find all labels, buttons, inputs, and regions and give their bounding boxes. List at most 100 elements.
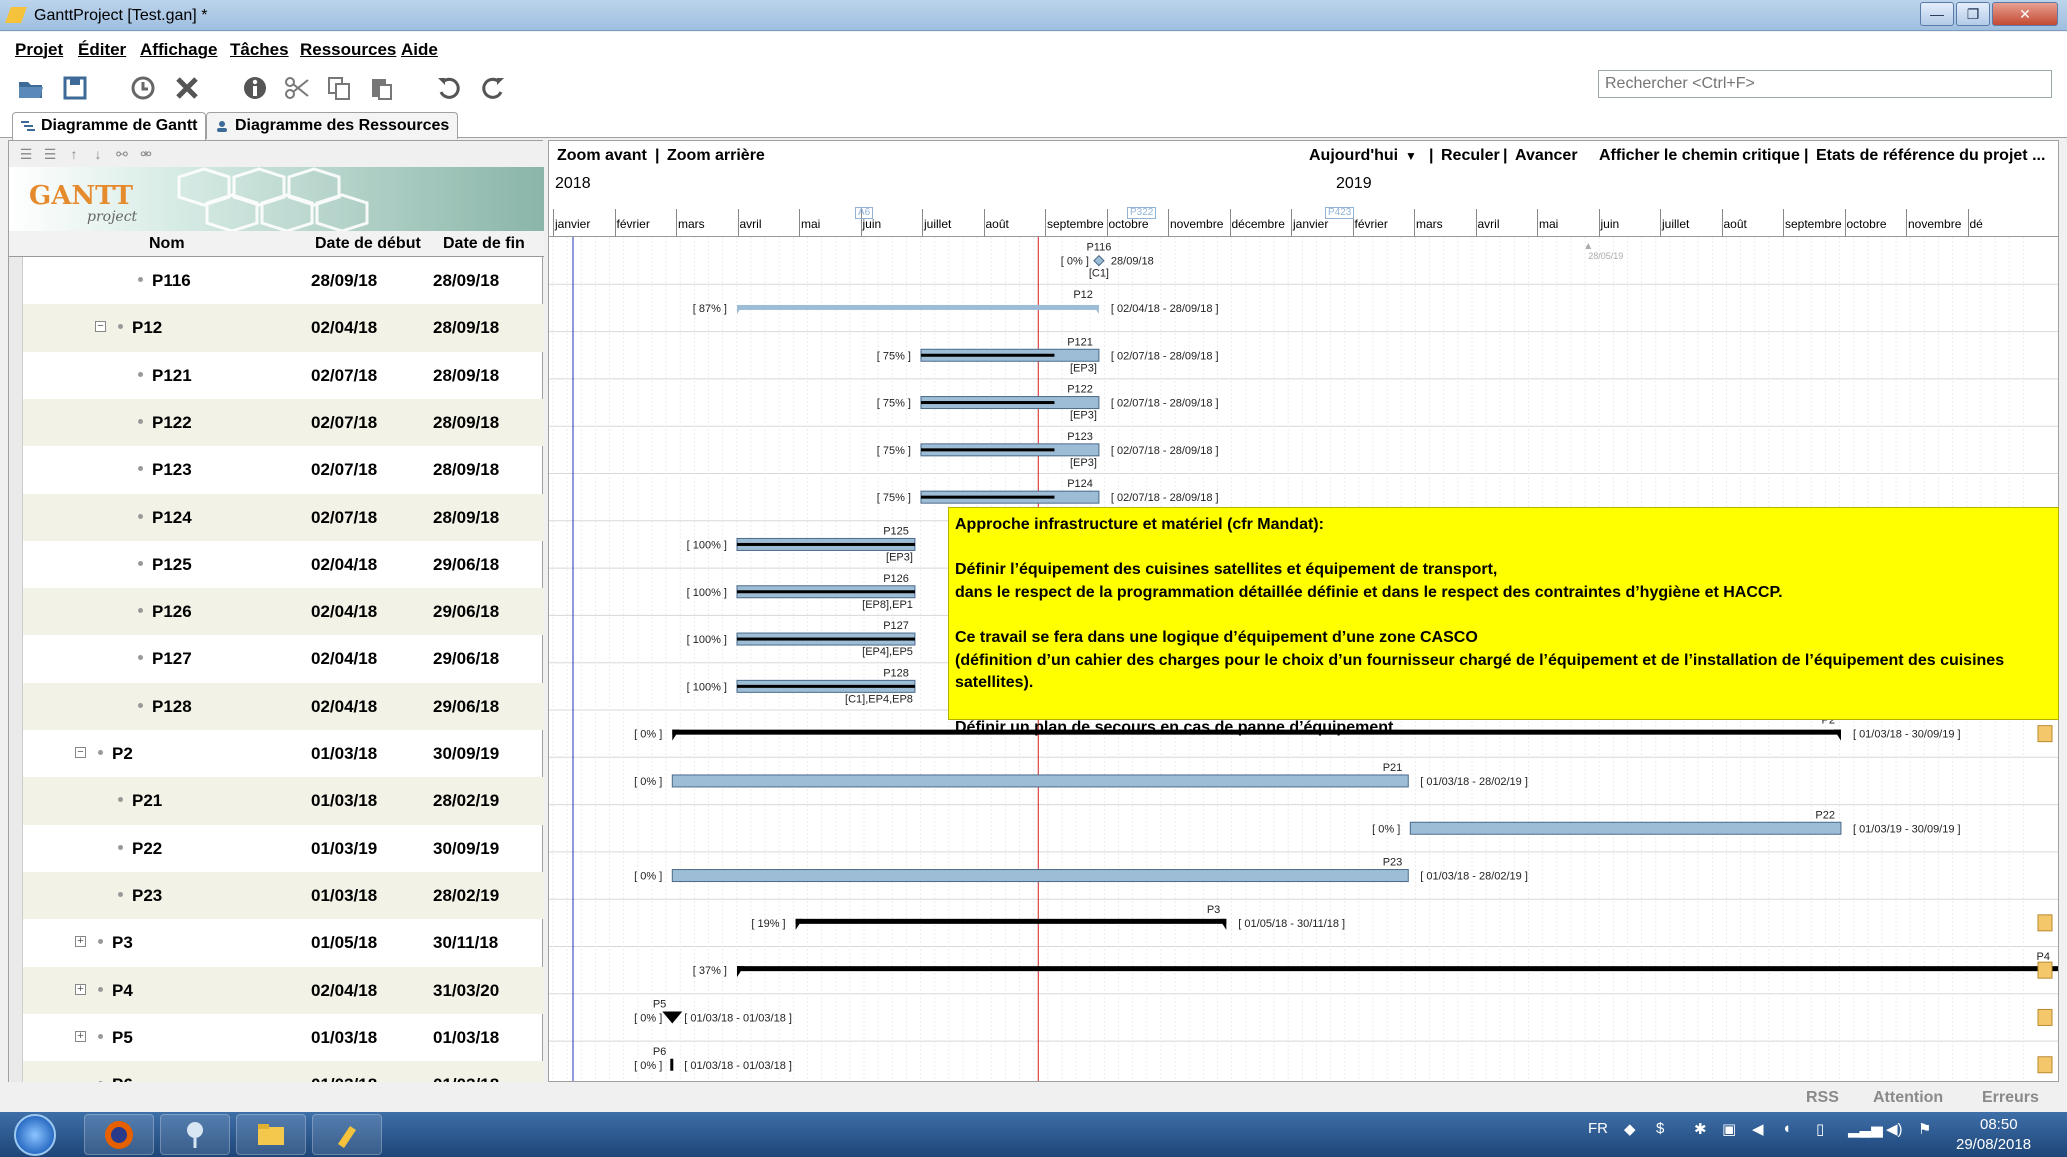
start-button[interactable] [14, 1114, 56, 1156]
column-start-header[interactable]: Date de début [315, 235, 421, 253]
task-row[interactable]: P126 02/04/18 29/06/18 [9, 588, 544, 636]
expand-icon[interactable]: + [75, 936, 86, 948]
close-button[interactable]: ✕ [1992, 2, 2058, 26]
task-row[interactable]: + P5 01/03/18 01/03/18 [9, 1014, 544, 1061]
open-folder-icon[interactable] [14, 71, 48, 105]
signal-icon[interactable]: ▂▃▅ [1848, 1120, 1883, 1138]
speaker-muted-icon[interactable]: ◀ [1752, 1120, 1764, 1138]
task-row[interactable]: P123 02/07/18 28/09/18 [9, 446, 544, 493]
tray-app-icon[interactable]: ◆ [1624, 1120, 1636, 1138]
notes-icon[interactable] [2037, 1008, 2053, 1026]
zoom-out-link[interactable]: Zoom arrière [667, 147, 765, 165]
paste-icon[interactable] [364, 71, 398, 105]
cut-icon[interactable] [280, 71, 314, 105]
task-row[interactable]: P601/03/1801/03/18 [9, 1061, 544, 1083]
network-app-taskbar-icon[interactable] [160, 1114, 230, 1155]
today-dropdown[interactable]: Aujourd'hui [1309, 147, 1398, 165]
task-row[interactable]: − P12 02/04/18 28/09/18 [9, 304, 544, 352]
task-row[interactable]: P128 02/04/18 29/06/18 [9, 682, 544, 730]
task-progress [736, 542, 915, 546]
file-explorer-taskbar-icon[interactable] [236, 1114, 306, 1155]
unindent-icon[interactable]: ☰ [17, 145, 35, 163]
sound-settings-icon[interactable]: ◖ [1782, 1120, 1791, 1137]
unlink-icon[interactable]: ⚮ [137, 145, 155, 163]
minimize-button[interactable]: — [1920, 2, 1954, 26]
task-row[interactable]: P122 02/07/18 28/09/18 [9, 398, 544, 447]
menu-ressources[interactable]: Ressources [300, 40, 396, 60]
timeline-marker[interactable]: P322 [1127, 207, 1157, 219]
task-row[interactable]: + P4 02/04/18 31/03/20 [9, 966, 544, 1014]
tab-resources[interactable]: Diagramme des Ressources [206, 112, 459, 139]
firefox-taskbar-icon[interactable] [84, 1114, 154, 1155]
timeline-marker[interactable]: P423 [1325, 207, 1355, 219]
clock-time[interactable]: 08:50 [1980, 1116, 2018, 1133]
clock-date[interactable]: 29/08/2018 [1956, 1136, 2031, 1153]
column-end-header[interactable]: Date de fin [443, 235, 525, 253]
bluetooth-icon[interactable]: ✱ [1694, 1120, 1707, 1138]
indent-icon[interactable]: ☰ [41, 145, 59, 163]
task-row[interactable]: P125 02/04/18 29/06/18 [9, 541, 544, 588]
tooltip-line: Approche infrastructure et matériel (cfr… [955, 516, 1324, 533]
rss-status[interactable]: RSS [1806, 1089, 1839, 1107]
menu-editer[interactable]: Éditer [78, 40, 126, 60]
task-row[interactable]: P121 02/07/18 28/09/18 [9, 352, 544, 399]
month-label: septembre [1785, 217, 1842, 231]
link-icon[interactable]: ⚯ [113, 145, 131, 163]
timeline-marker[interactable]: A6 [855, 207, 874, 219]
info-icon[interactable] [238, 71, 272, 105]
vertical-scrollbar[interactable] [9, 257, 23, 1083]
menu-affichage[interactable]: Affichage [140, 40, 217, 60]
dollar-tray-icon[interactable]: $ [1656, 1120, 1664, 1137]
task-row[interactable]: P21 01/03/18 28/02/19 [9, 777, 544, 825]
baselines-link[interactable]: Etats de référence du projet ... [1816, 147, 2045, 165]
critical-path-link[interactable]: Afficher le chemin critique [1599, 147, 1800, 165]
delete-icon[interactable] [170, 71, 204, 105]
expand-icon[interactable]: + [75, 1030, 86, 1042]
task-row[interactable]: + P3 01/05/18 30/11/18 [9, 919, 544, 966]
task-row[interactable]: − P2 01/03/18 30/09/19 [9, 730, 544, 777]
task-name: P116 [152, 271, 191, 290]
task-row[interactable]: P23 01/03/18 28/02/19 [9, 871, 544, 920]
task-bullet-icon [138, 466, 143, 472]
task-row[interactable]: P22 01/03/19 30/09/19 [9, 825, 544, 872]
baseline-marker-icon [1585, 243, 1592, 249]
task-row[interactable]: P124 02/07/18 28/09/18 [9, 493, 544, 541]
undo-icon[interactable] [432, 71, 466, 105]
move-up-icon[interactable]: ↑ [65, 145, 83, 163]
forward-link[interactable]: Avancer [1515, 147, 1578, 165]
column-name-header[interactable]: Nom [149, 235, 185, 253]
errors-status[interactable]: Erreurs [1982, 1089, 2039, 1107]
zoom-in-link[interactable]: Zoom avant [557, 147, 647, 165]
save-icon[interactable] [58, 71, 92, 105]
move-down-icon[interactable]: ↓ [89, 145, 107, 163]
search-input[interactable] [1598, 70, 2052, 98]
tab-gantt[interactable]: Diagramme de Gantt [12, 112, 207, 140]
ganttproject-taskbar-icon[interactable] [312, 1114, 382, 1155]
menu-taches[interactable]: Tâches [230, 40, 289, 60]
menu-aide[interactable]: Aide [401, 40, 438, 60]
month-label: février [1354, 217, 1388, 231]
bar-resources: [EP3] [1070, 362, 1097, 374]
expand-icon[interactable]: + [75, 983, 86, 995]
redo-icon[interactable] [476, 71, 510, 105]
back-link[interactable]: Reculer [1441, 147, 1500, 165]
language-indicator[interactable]: FR [1588, 1120, 1608, 1137]
tray-window-icon[interactable]: ▣ [1722, 1120, 1736, 1138]
attention-status[interactable]: Attention [1873, 1089, 1943, 1107]
usb-device-icon[interactable]: ▯ [1816, 1120, 1824, 1138]
task-row[interactable]: P127 02/04/18 29/06/18 [9, 635, 544, 682]
menu-projet[interactable]: Projet [15, 40, 63, 60]
volume-icon[interactable]: ◀) [1886, 1120, 1903, 1138]
history-icon[interactable] [126, 71, 160, 105]
notes-icon[interactable] [2037, 1056, 2053, 1074]
month-tick [614, 209, 616, 237]
collapse-icon[interactable]: − [75, 747, 86, 758]
chevron-down-icon[interactable]: ▼ [1405, 149, 1417, 163]
maximize-button[interactable]: ❐ [1956, 2, 1990, 26]
collapse-icon[interactable]: − [95, 321, 106, 333]
flag-icon[interactable]: ⚑ [1918, 1120, 1931, 1138]
task-row[interactable]: P116 28/09/18 28/09/18 [9, 257, 544, 304]
notes-icon[interactable] [2037, 914, 2053, 932]
copy-icon[interactable] [322, 71, 356, 105]
notes-icon[interactable] [2037, 961, 2053, 979]
